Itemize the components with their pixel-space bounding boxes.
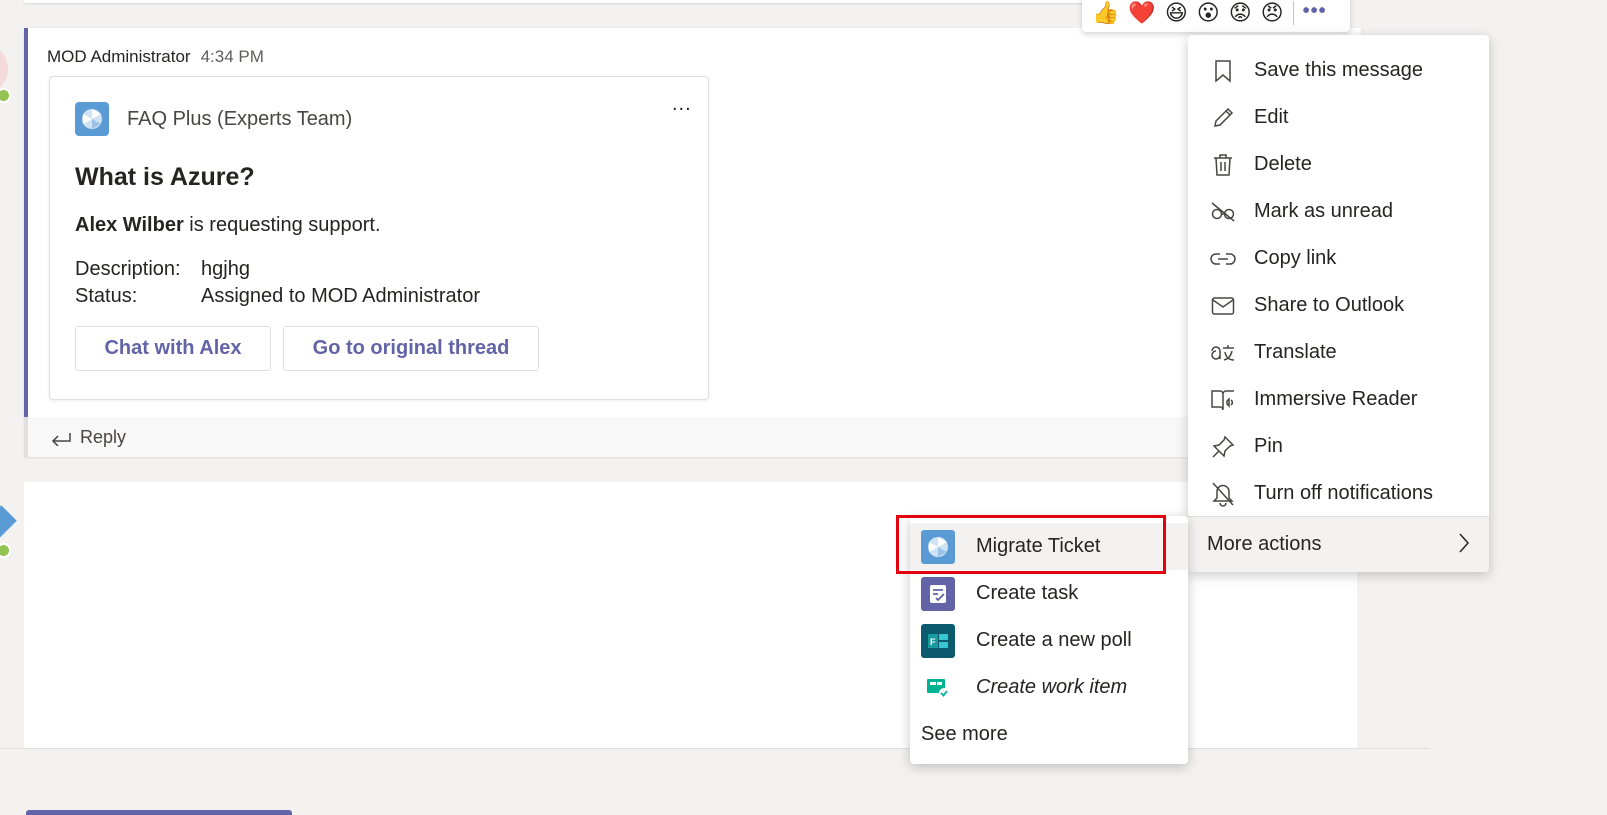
menu-item-save[interactable]: Save this message: [1188, 47, 1489, 94]
sad-reaction-icon[interactable]: 😟: [1229, 2, 1252, 24]
angry-reaction-icon[interactable]: 😠: [1261, 2, 1284, 24]
menu-item-translate[interactable]: Translate: [1188, 329, 1489, 376]
menu-item-delete[interactable]: Delete: [1188, 141, 1489, 188]
card-more-options-icon[interactable]: ...: [672, 93, 692, 116]
message-time: 4:34 PM: [200, 47, 264, 66]
chevron-right-icon: [1459, 533, 1470, 553]
request-text: Alex Wilber is requesting support.: [75, 214, 381, 237]
see-more-link[interactable]: See more: [921, 723, 1008, 746]
second-presence-badge: [0, 543, 11, 558]
bookmark-icon: [1210, 58, 1236, 84]
menu-item-label: Turn off notifications: [1254, 482, 1433, 504]
link-icon: [1210, 246, 1236, 272]
svg-text:F: F: [930, 637, 936, 647]
menu-item-label: Copy link: [1254, 247, 1337, 269]
card-app-name: FAQ Plus (Experts Team): [127, 108, 353, 130]
message-header: MOD Administrator 4:34 PM: [47, 47, 264, 67]
menu-item-label: Share to Outlook: [1254, 294, 1405, 316]
submenu-item-label: Create task: [976, 582, 1079, 604]
menu-item-turn-off-notifications[interactable]: Turn off notifications: [1188, 470, 1489, 517]
avatar[interactable]: [0, 46, 8, 92]
compose-bar[interactable]: [26, 810, 292, 815]
reply-label: Reply: [80, 427, 127, 447]
reply-arrow-icon: [51, 432, 71, 446]
menu-item-share-outlook[interactable]: Share to Outlook: [1188, 282, 1489, 329]
menu-item-immersive-reader[interactable]: Immersive Reader: [1188, 376, 1489, 423]
more-options-icon[interactable]: •••: [1303, 0, 1327, 23]
more-actions-item[interactable]: More actions: [1188, 517, 1489, 572]
menu-item-label: Immersive Reader: [1254, 388, 1418, 410]
menu-item-label: Pin: [1254, 435, 1283, 457]
requesting-label: is requesting support.: [183, 214, 381, 236]
highlight-box: [896, 515, 1166, 574]
pin-icon: [1210, 434, 1236, 460]
pencil-icon: [1210, 105, 1236, 131]
fact-label-description: Description:: [75, 258, 181, 280]
adaptive-card: FAQ Plus (Experts Team) ... What is Azur…: [49, 76, 709, 400]
laugh-reaction-icon[interactable]: 😆: [1165, 2, 1188, 24]
submenu-item-create-task[interactable]: Create task: [910, 570, 1188, 617]
menu-item-label: Delete: [1254, 153, 1312, 175]
menu-item-label: Edit: [1254, 106, 1289, 128]
menu-item-label: Save this message: [1254, 59, 1423, 81]
heart-reaction-icon[interactable]: ❤️: [1128, 2, 1155, 24]
faq-plus-icon: [75, 102, 109, 136]
bell-off-icon: [1210, 481, 1236, 507]
divider: [0, 748, 1430, 749]
submenu-item-label: Create a new poll: [976, 629, 1132, 651]
chat-with-alex-button[interactable]: Chat with Alex: [75, 326, 271, 371]
menu-item-edit[interactable]: Edit: [1188, 94, 1489, 141]
reader-icon: [1210, 387, 1236, 413]
reaction-bar: 👍 ❤️ 😆 😮 😟 😠 •••: [1082, 0, 1350, 32]
menu-item-label: Translate: [1254, 341, 1337, 363]
boards-icon: [921, 671, 955, 705]
requester-name: Alex Wilber: [75, 214, 184, 236]
message-container: MOD Administrator 4:34 PM FAQ Plus (Exper…: [24, 28, 1361, 418]
sender-name[interactable]: MOD Administrator: [47, 47, 191, 66]
message-context-menu: Save this message Edit Delete Mark as un…: [1188, 35, 1489, 572]
eye-off-icon: [1210, 199, 1236, 225]
card-title: What is Azure?: [75, 163, 255, 191]
fact-value-status: Assigned to MOD Administrator: [201, 285, 480, 307]
reply-bar[interactable]: Reply: [24, 417, 1357, 457]
menu-item-copy-link[interactable]: Copy link: [1188, 235, 1489, 282]
translate-icon: [1210, 340, 1236, 366]
mail-icon: [1210, 293, 1236, 319]
reaction-separator: [1292, 1, 1294, 25]
reply-button[interactable]: Reply: [50, 427, 126, 448]
menu-item-mark-unread[interactable]: Mark as unread: [1188, 188, 1489, 235]
fact-label-status: Status:: [75, 285, 138, 307]
go-to-original-thread-button[interactable]: Go to original thread: [283, 326, 539, 371]
second-avatar[interactable]: [0, 505, 17, 545]
tasks-icon: [921, 576, 955, 611]
trash-icon: [1210, 152, 1236, 178]
submenu-item-label: Create work item: [976, 676, 1128, 698]
fact-value-description: hgjhg: [201, 258, 250, 280]
submenu-item-create-poll[interactable]: F Create a new poll: [910, 617, 1188, 664]
surprised-reaction-icon[interactable]: 😮: [1197, 2, 1220, 24]
menu-item-label: Mark as unread: [1254, 200, 1393, 222]
more-actions-label: More actions: [1207, 533, 1322, 555]
like-reaction-icon[interactable]: 👍: [1092, 2, 1119, 24]
forms-icon: F: [921, 623, 955, 658]
presence-badge: [0, 88, 11, 103]
menu-item-pin[interactable]: Pin: [1188, 423, 1489, 470]
submenu-item-create-work-item[interactable]: Create work item: [910, 664, 1188, 711]
